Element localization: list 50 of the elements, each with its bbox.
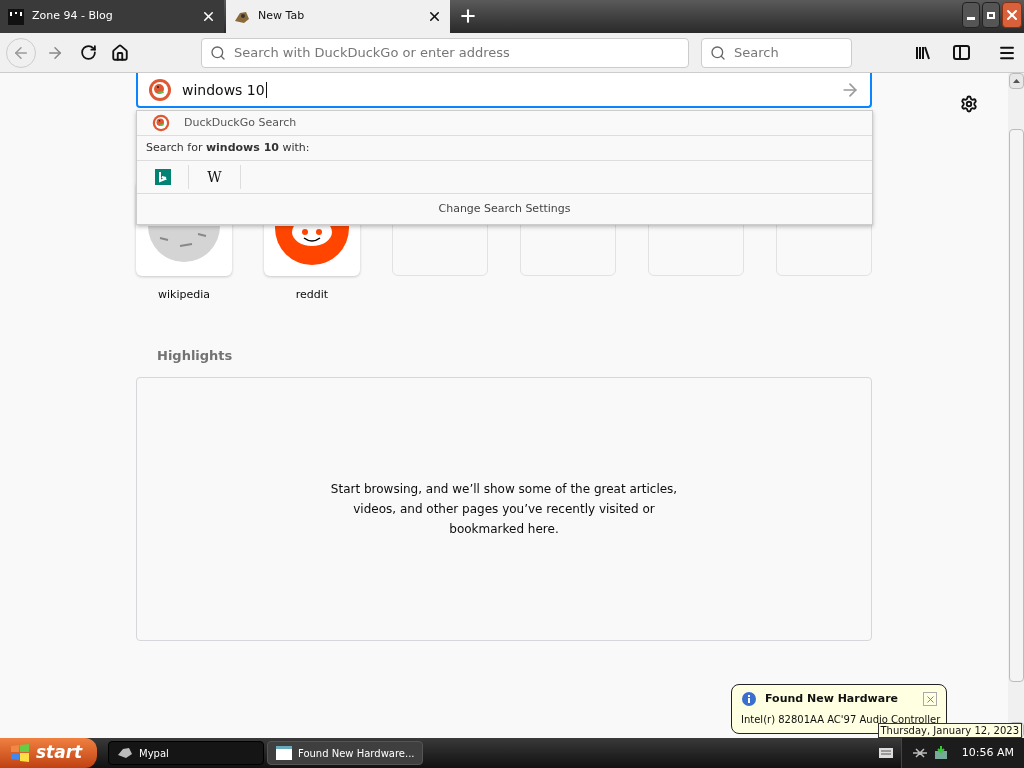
- start-button[interactable]: start: [0, 738, 97, 768]
- window-icon: [276, 746, 292, 760]
- tab-title: New Tab: [258, 8, 306, 25]
- address-field[interactable]: Search with DuckDuckGo or enter address: [201, 37, 689, 68]
- browser-tab[interactable]: New Tab: [226, 0, 450, 33]
- settings-link[interactable]: Change Search Settings: [137, 194, 872, 224]
- search-input[interactable]: windows 10: [136, 73, 872, 108]
- scroll-thumb[interactable]: [1008, 129, 1024, 682]
- close-icon: [924, 693, 936, 705]
- browser-tab[interactable]: Zone 94 - Blog: [0, 0, 224, 33]
- tab-title: Zone 94 - Blog: [32, 8, 114, 25]
- site-label[interactable]: wikipedia: [158, 287, 210, 304]
- scroll-up-button[interactable]: [1008, 73, 1024, 89]
- reload-icon[interactable]: [80, 44, 97, 61]
- app-icon: [117, 746, 133, 760]
- flag-logo-icon: [10, 744, 30, 762]
- duck-logo-icon: [148, 77, 172, 102]
- engine-button[interactable]: W: [189, 165, 241, 189]
- library-icon[interactable]: [915, 44, 931, 61]
- notification-title: Found New Hardware: [765, 691, 899, 707]
- bing-icon: [154, 169, 171, 185]
- minimize-button[interactable]: [962, 2, 980, 28]
- search-field[interactable]: Search: [701, 37, 852, 68]
- close-button[interactable]: [1002, 2, 1022, 28]
- restore-button[interactable]: [982, 2, 1000, 28]
- new-tab-icon[interactable]: [458, 6, 478, 26]
- favicon-icon: [8, 8, 24, 25]
- home-icon[interactable]: [111, 43, 129, 62]
- suggestion-item[interactable]: DuckDuckGo Search: [137, 111, 872, 136]
- close-icon[interactable]: [427, 9, 442, 24]
- search-prompt: Search for windows 10 with:: [146, 139, 310, 156]
- close-button[interactable]: [923, 692, 937, 707]
- network-icon[interactable]: [911, 747, 928, 759]
- tooltip: Thursday, January 12, 2023: [877, 723, 1022, 738]
- section-heading: Highlights: [157, 346, 234, 365]
- keyboard-icon[interactable]: [878, 748, 893, 758]
- settings-icon[interactable]: [960, 95, 978, 113]
- empty-state-message: Start browsing, and we’ll show some of the great articles, videos, and other pages you’ve recently visited or bookmarked here.: [329, 481, 679, 538]
- hardware-icon[interactable]: [933, 746, 948, 760]
- search-icon: [210, 44, 226, 61]
- info-icon: [741, 691, 757, 708]
- close-icon: [1004, 7, 1020, 23]
- search-icon: [710, 44, 726, 61]
- up-arrow-icon: [1012, 79, 1020, 83]
- site-label[interactable]: reddit: [295, 287, 329, 304]
- taskbar-button[interactable]: Found New Hardware...: [267, 741, 423, 765]
- sidebar-icon[interactable]: [953, 45, 970, 60]
- duck-logo-icon: [152, 114, 170, 132]
- taskbar-button[interactable]: Mypal: [108, 741, 264, 765]
- close-icon[interactable]: [201, 9, 216, 24]
